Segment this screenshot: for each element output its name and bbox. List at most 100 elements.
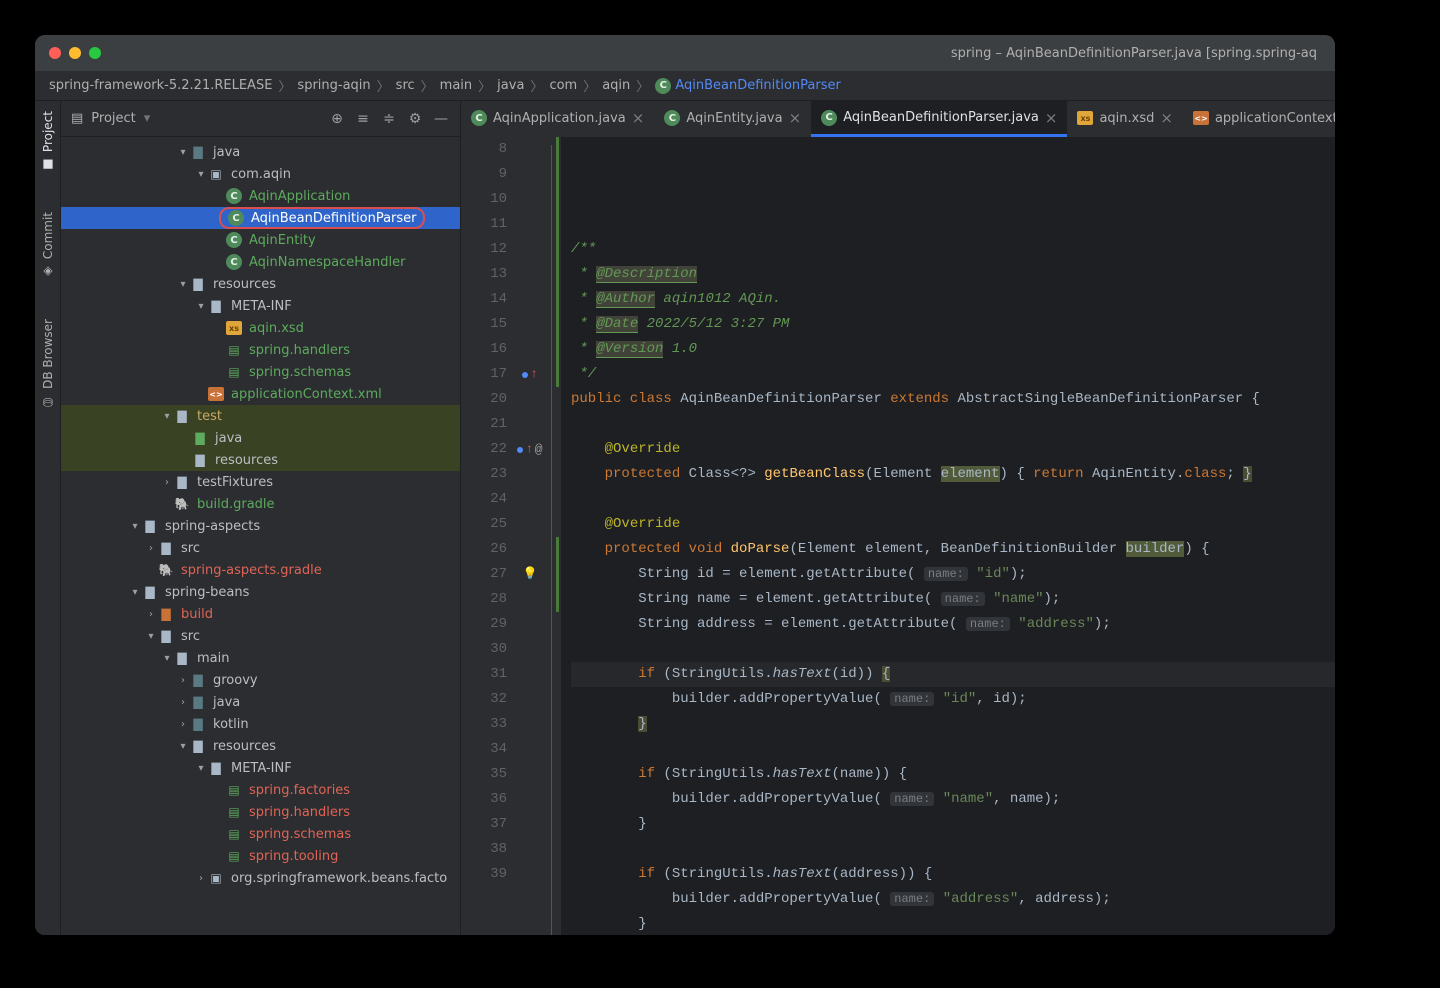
tab[interactable]: xsaqin.xsd× [1067, 101, 1183, 137]
tree-node-java-test[interactable]: ▇java [61, 427, 460, 449]
properties-icon: ▤ [225, 363, 243, 381]
tree-node-package[interactable]: ▾▣com.aqin [61, 163, 460, 185]
tree-node-file[interactable]: ▤spring.tooling [61, 845, 460, 867]
folder-icon: ▇ [191, 451, 209, 469]
tree-node-buildgradle[interactable]: 🐘build.gradle [61, 493, 460, 515]
close-tab-icon[interactable]: × [632, 109, 645, 127]
tree-node-resources[interactable]: ▾▇resources [61, 273, 460, 295]
tree-node-file[interactable]: ▤spring.schemas [61, 361, 460, 383]
tree-node-res-test[interactable]: ▇resources [61, 449, 460, 471]
toolwindow-commit[interactable]: ◈Commit [41, 212, 55, 279]
xsd-icon: xs [1077, 111, 1093, 125]
crumb[interactable]: src [396, 78, 415, 93]
hide-panel-icon[interactable]: — [432, 110, 450, 128]
properties-icon: ▤ [225, 825, 243, 843]
titlebar: spring – AqinBeanDefinitionParser.java [… [35, 35, 1335, 71]
tree-node-xml[interactable]: <>applicationContext.xml [61, 383, 460, 405]
tree-node-class[interactable]: CAqinNamespaceHandler [61, 251, 460, 273]
crumb[interactable]: spring-aqin [297, 78, 370, 93]
crumb[interactable]: spring-framework-5.2.21.RELEASE [49, 78, 272, 93]
class-icon: C [226, 188, 242, 204]
tree-node-build[interactable]: ›▇build [61, 603, 460, 625]
tree-node-beans[interactable]: ▾▇spring-beans [61, 581, 460, 603]
tab[interactable]: CAqinEntity.java× [654, 101, 811, 137]
tree-node-groovy[interactable]: ›▇groovy [61, 669, 460, 691]
tree-node-test[interactable]: ▾▇test [61, 405, 460, 427]
expand-all-icon[interactable]: ≡ [354, 110, 372, 128]
class-icon: C [471, 110, 487, 126]
tree-node-metam[interactable]: ▾▇META-INF [61, 757, 460, 779]
tab[interactable]: CAqinApplication.java× [461, 101, 654, 137]
select-opened-file-icon[interactable]: ⊕ [328, 110, 346, 128]
folder-icon: ▇ [173, 649, 191, 667]
crumb[interactable]: java [497, 78, 524, 93]
properties-icon: ▤ [225, 847, 243, 865]
package-icon: ▣ [207, 165, 225, 183]
code-area[interactable]: /** * @Description * @Author aqin1012 AQ… [561, 137, 1335, 935]
project-icon: ▤ [71, 111, 83, 126]
folder-icon: ▇ [189, 715, 207, 733]
tree-node-class[interactable]: CAqinEntity [61, 229, 460, 251]
breadcrumb[interactable]: spring-framework-5.2.21.RELEASE〉 spring-… [35, 71, 1335, 101]
dropdown-icon[interactable]: ▾ [144, 111, 151, 126]
editor-body[interactable]: 8910111213141516172021222324252627282930… [461, 137, 1335, 935]
tree-node-file[interactable]: ▤spring.schemas [61, 823, 460, 845]
tree-node-file[interactable]: ▤spring.handlers [61, 801, 460, 823]
tree-node-class-selected[interactable]: CAqinBeanDefinitionParser [61, 207, 460, 229]
tree-node-orgpkg[interactable]: ›▣org.springframework.beans.facto [61, 867, 460, 889]
toolwindow-db-browser[interactable]: ⛁DB Browser [41, 319, 55, 409]
tree-node-java[interactable]: ▾▇java [61, 141, 460, 163]
class-icon: C [226, 232, 242, 248]
properties-icon: ▤ [225, 803, 243, 821]
tree-node-main[interactable]: ▾▇main [61, 647, 460, 669]
tree-node-file[interactable]: ▤spring.factories [61, 779, 460, 801]
maximize-window-button[interactable] [89, 47, 101, 59]
gutter-marks[interactable]: ↑↑ @💡 [517, 137, 543, 935]
folder-icon: ▇ [189, 143, 207, 161]
tree-node-java2[interactable]: ›▇java [61, 691, 460, 713]
close-tab-icon[interactable]: × [1045, 109, 1058, 127]
tree-node-kotlin[interactable]: ›▇kotlin [61, 713, 460, 735]
crumb[interactable]: aqin [602, 78, 630, 93]
tree-node-file[interactable]: ▤spring.handlers [61, 339, 460, 361]
minimize-window-button[interactable] [69, 47, 81, 59]
tree-node-xsd[interactable]: xsaqin.xsd [61, 317, 460, 339]
close-window-button[interactable] [49, 47, 61, 59]
xml-icon: <> [1193, 111, 1209, 125]
close-tab-icon[interactable]: × [789, 109, 802, 127]
crumb[interactable]: com [549, 78, 577, 93]
tree-node-aspects[interactable]: ▾▇spring-aspects [61, 515, 460, 537]
xsd-icon: xs [226, 321, 242, 335]
close-tab-icon[interactable]: × [1160, 109, 1173, 127]
properties-icon: ▤ [225, 781, 243, 799]
window-controls [49, 47, 101, 59]
folder-icon: ▇ [189, 671, 207, 689]
tab[interactable]: <>applicationContext.xml× [1183, 101, 1335, 137]
tree-node-aspects-gradle[interactable]: 🐘spring-aspects.gradle [61, 559, 460, 581]
module-icon: ▇ [141, 583, 159, 601]
folder-icon: ▇ [189, 693, 207, 711]
tree-node-class[interactable]: CAqinApplication [61, 185, 460, 207]
window-title: spring – AqinBeanDefinitionParser.java [… [101, 46, 1321, 61]
toolwindow-project[interactable]: ■Project [41, 111, 55, 172]
tree-node-fixtures[interactable]: ›▇testFixtures [61, 471, 460, 493]
tree-node-src[interactable]: ›▇src [61, 537, 460, 559]
editor-tabs: CAqinApplication.java× CAqinEntity.java×… [461, 101, 1335, 137]
folder-icon: ▇ [157, 539, 175, 557]
folder-icon: ▇ [157, 627, 175, 645]
project-tree[interactable]: ▾▇java ▾▣com.aqin CAqinApplication CAqin… [61, 137, 460, 935]
folder-icon: ▇ [173, 473, 191, 491]
tree-node-src2[interactable]: ▾▇src [61, 625, 460, 647]
crumb-current[interactable]: AqinBeanDefinitionParser [675, 78, 841, 93]
tree-node-metainf[interactable]: ▾▇META-INF [61, 295, 460, 317]
class-icon: C [655, 78, 671, 94]
tree-node-resm[interactable]: ▾▇resources [61, 735, 460, 757]
tab-active[interactable]: CAqinBeanDefinitionParser.java× [811, 101, 1067, 137]
crumb[interactable]: main [440, 78, 472, 93]
package-icon: ▣ [207, 869, 225, 887]
class-icon: C [821, 110, 837, 126]
settings-icon[interactable]: ⚙ [406, 110, 424, 128]
collapse-all-icon[interactable]: ≑ [380, 110, 398, 128]
folder-icon: ▇ [157, 605, 175, 623]
class-icon: C [228, 210, 244, 226]
